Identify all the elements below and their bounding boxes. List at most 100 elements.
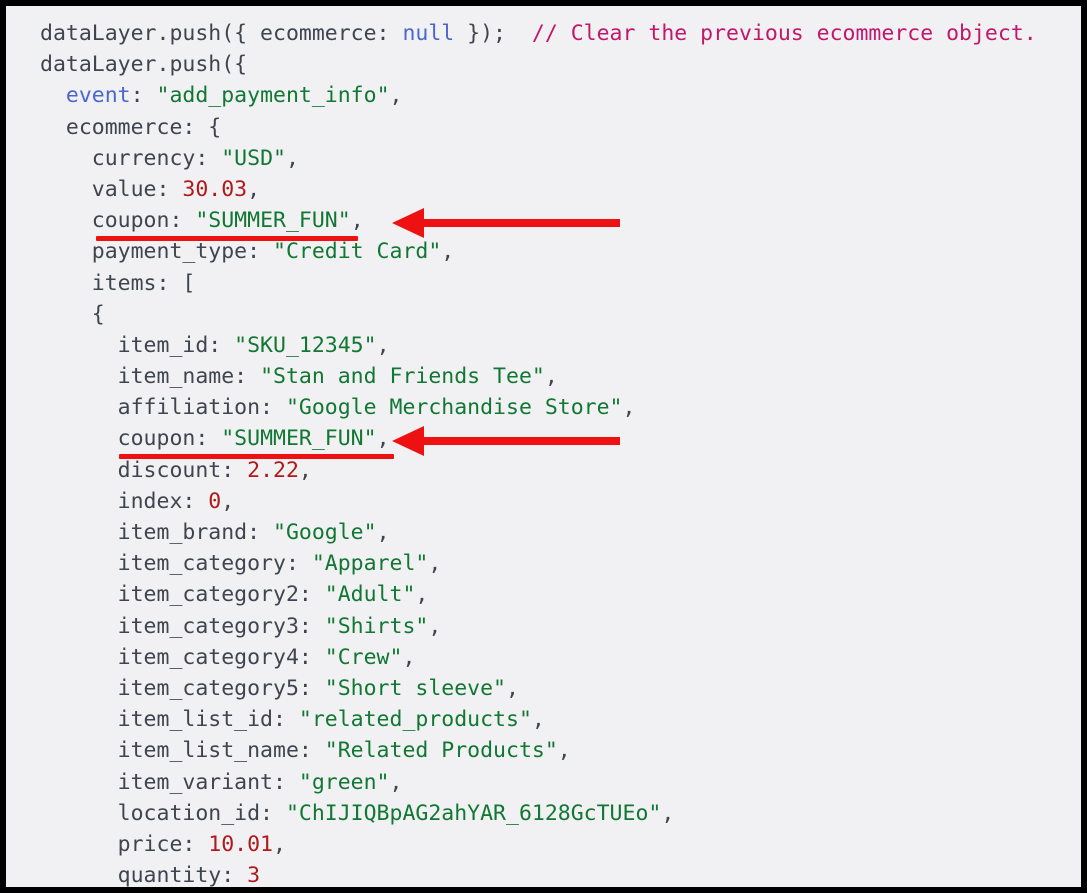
code-token-plain: item_category: xyxy=(117,551,312,577)
code-token-string: "Short sleeve" xyxy=(324,675,506,701)
code-token-plain: item_list_id: xyxy=(117,707,299,733)
code-token-string: "add_payment_info" xyxy=(156,83,390,109)
code-token-plain: , xyxy=(376,426,390,452)
code-token-plain: currency: xyxy=(91,145,222,171)
code-token-plain: , xyxy=(441,239,455,265)
code-token-string: "SUMMER_FUN" xyxy=(195,208,351,234)
code-line: item_list_name: "Related Products", xyxy=(6,735,1081,766)
code-line: items: [ xyxy=(6,268,1081,299)
code-token-plain: index: xyxy=(117,488,209,514)
code-line: ecommerce: { xyxy=(6,112,1081,143)
code-line: { xyxy=(6,299,1081,330)
code-token-string: "Google" xyxy=(273,520,377,545)
code-line: index: 0, xyxy=(6,486,1081,517)
code-token-plain: quantity: xyxy=(117,863,248,887)
code-token-plain: coupon: xyxy=(91,208,196,234)
code-token-plain: , xyxy=(557,738,571,764)
code-token-plain: , xyxy=(428,551,442,577)
code-token-string: "SKU_12345" xyxy=(234,332,377,358)
code-token-plain: , xyxy=(402,644,416,670)
code-token-plain: item_brand: xyxy=(117,520,274,545)
code-token-string: "Crew" xyxy=(324,644,403,670)
code-token-plain: item_category2: xyxy=(117,582,325,608)
code-snippet-frame: dataLayer.push({ ecommerce: null }); // … xyxy=(6,6,1081,887)
annotation-underline-coupon-ecommerce xyxy=(96,236,358,241)
code-token-string: "ChIJIQBpAG2ahYAR_6128GcTUEo" xyxy=(285,800,662,826)
code-token-plain: dataLayer.push({ xyxy=(40,52,248,78)
code-line: item_name: "Stan and Friends Tee", xyxy=(6,361,1081,392)
code-token-plain: price: xyxy=(117,831,209,857)
code-token-key: event xyxy=(65,83,131,109)
code-token-plain: , xyxy=(661,800,675,826)
code-token-string: "Apparel" xyxy=(311,551,429,577)
code-line: item_list_id: "related_products", xyxy=(6,704,1081,735)
code-token-plain: item_category4: xyxy=(117,644,325,670)
code-token-string: "Credit Card" xyxy=(273,239,442,265)
code-line: location_id: "ChIJIQBpAG2ahYAR_6128GcTUE… xyxy=(6,798,1081,829)
annotation-arrow-coupon-ecommerce xyxy=(392,208,620,238)
code-token-num: 10.01 xyxy=(208,831,274,857)
code-token-plain: , xyxy=(531,707,545,733)
code-token-string: "SUMMER_FUN" xyxy=(221,426,377,452)
code-line: value: 30.03, xyxy=(6,174,1081,205)
code-token-null: null xyxy=(402,21,455,46)
code-token-plain: , xyxy=(247,176,261,202)
code-line: affiliation: "Google Merchandise Store", xyxy=(6,392,1081,423)
code-token-plain: , xyxy=(389,83,403,109)
code-token-plain: item_variant: xyxy=(117,769,299,795)
code-line: item_id: "SKU_12345", xyxy=(6,330,1081,361)
code-token-plain: , xyxy=(298,457,312,483)
code-token-plain: items: [ xyxy=(91,270,196,296)
code-token-plain: dataLayer.push({ ecommerce: xyxy=(40,21,403,46)
code-token-plain: , xyxy=(544,364,558,390)
code-line: item_category2: "Adult", xyxy=(6,579,1081,610)
arrow-head-left-icon xyxy=(392,208,424,238)
code-line: dataLayer.push({ xyxy=(6,49,1081,80)
code-token-plain: item_name: xyxy=(117,364,261,390)
annotation-underline-coupon-item xyxy=(119,454,394,459)
code-token-plain: item_category5: xyxy=(117,675,325,701)
code-line: discount: 2.22, xyxy=(6,455,1081,486)
code-line: item_category3: "Shirts", xyxy=(6,611,1081,642)
code-token-num: 3 xyxy=(247,863,261,887)
code-token-plain: , xyxy=(350,208,364,234)
code-token-num: 2.22 xyxy=(247,457,299,483)
code-line: event: "add_payment_info", xyxy=(6,80,1081,111)
code-token-plain: , xyxy=(428,613,442,639)
code-line: currency: "USD", xyxy=(6,143,1081,174)
code-line: item_category: "Apparel", xyxy=(6,548,1081,579)
code-line: item_variant: "green", xyxy=(6,767,1081,798)
code-line: dataLayer.push({ ecommerce: null }); // … xyxy=(6,18,1081,49)
code-line: item_category4: "Crew", xyxy=(6,642,1081,673)
code-token-string: "related_products" xyxy=(298,707,532,733)
code-token-plain: payment_type: xyxy=(91,239,273,265)
code-token-plain: , xyxy=(221,488,235,514)
code-token-plain: { xyxy=(91,301,105,327)
code-token-string: "Related Products" xyxy=(324,738,558,764)
code-line: item_category5: "Short sleeve", xyxy=(6,673,1081,704)
code-token-plain: , xyxy=(622,395,636,421)
code-token-num: 30.03 xyxy=(182,176,248,202)
annotation-arrow-coupon-item xyxy=(392,426,620,456)
code-token-plain: }); xyxy=(454,21,532,46)
code-token-plain: , xyxy=(506,675,519,701)
